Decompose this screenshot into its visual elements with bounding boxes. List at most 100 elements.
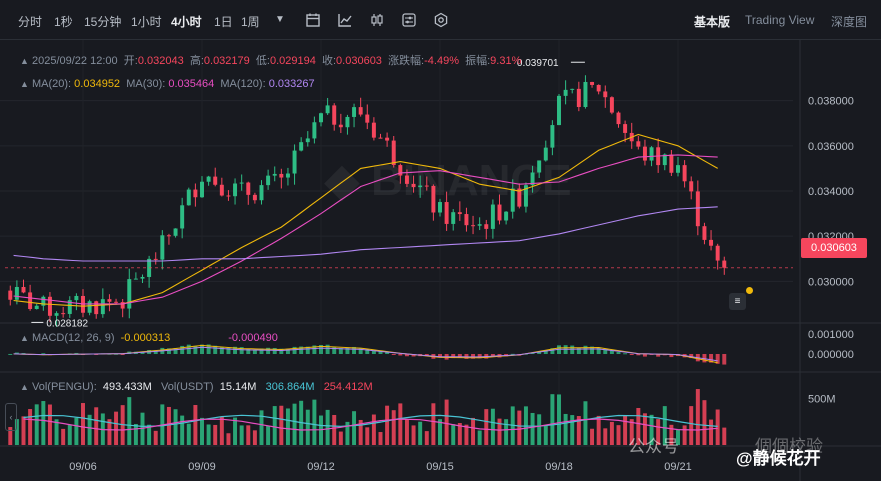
tf-1h[interactable]: 1小时 (131, 13, 162, 30)
volume-bar-60 (398, 403, 403, 445)
candlestick-type-icon[interactable] (369, 12, 385, 28)
chart-axes: 0.0380000.0360000.0340000.0320000.030000… (69, 96, 854, 473)
candle-body-2 (14, 286, 19, 300)
candle-body-24 (160, 235, 165, 260)
macd-tick-label-1: 0.000000 (808, 349, 854, 361)
volume-bar-67 (444, 399, 449, 445)
volume-bar-85 (563, 413, 568, 445)
tf-1s[interactable]: 1秒 (54, 13, 73, 30)
candle-body-16 (107, 299, 112, 302)
volume-bar-20 (133, 423, 138, 445)
volume-bar-65 (431, 403, 436, 445)
gear-icon[interactable] (433, 12, 449, 28)
volume-bar-94 (623, 415, 628, 445)
volume-bar-31 (206, 424, 211, 445)
calendar-icon[interactable] (305, 12, 321, 28)
news-icon[interactable]: ≡ (729, 293, 746, 310)
tf-1w[interactable]: 1周 (241, 13, 260, 30)
macd-bar-29 (193, 345, 198, 354)
volume-bar-12 (81, 403, 85, 445)
candle-body-109 (722, 260, 727, 268)
ohlc-date: 2025/09/22 12:00 (31, 55, 118, 67)
volume-bar-49 (325, 409, 330, 445)
candle-body-27 (180, 205, 185, 229)
volume-bar-51 (338, 431, 343, 445)
volume-bar-56 (371, 414, 376, 445)
volume-bar-71 (471, 417, 476, 445)
volume-bar-46 (305, 409, 310, 445)
volume-bar-64 (424, 431, 429, 445)
high-marker-label: 0.039701 (517, 58, 559, 69)
settings-sliders-icon[interactable] (401, 12, 417, 28)
volume-bar-72 (477, 430, 482, 445)
candle-body-51 (338, 124, 343, 128)
volume-bars (8, 389, 727, 445)
volume-bar-28 (186, 423, 191, 445)
candle-body-26 (173, 228, 178, 236)
volume-bar-74 (490, 408, 495, 445)
watermark-text-3: 個個校验 (755, 437, 823, 456)
volume-bar-59 (391, 410, 396, 445)
close-value: 0.030603 (336, 55, 382, 67)
low-marker-label: 0.028182 (46, 318, 88, 329)
scroll-handle[interactable]: ‹ (5, 403, 17, 431)
change-label: 涨跌幅: (388, 55, 425, 67)
candle-body-17 (114, 301, 119, 303)
candle-body-4 (28, 292, 33, 310)
volume-bar-80 (530, 412, 535, 445)
volume-bar-33 (219, 416, 224, 445)
candle-body-89 (590, 81, 595, 85)
macd-value-1: -0.000313 (120, 332, 171, 344)
macd-bar-60 (398, 354, 403, 356)
volume-bar-50 (332, 414, 337, 445)
candle-body-59 (391, 140, 396, 166)
price-tick-label-4: 0.030000 (808, 276, 854, 288)
macd-label: MACD(12, 26, 9) (31, 332, 115, 344)
volume-bar-82 (543, 424, 548, 445)
tf-timeshare[interactable]: 分时 (18, 13, 42, 30)
notification-dot (746, 287, 753, 294)
tf-1d[interactable]: 1日 (214, 13, 233, 30)
ma30-label: MA(30): (126, 78, 166, 90)
amplitude-label: 振幅: (465, 55, 491, 67)
volume-bar-62 (411, 425, 416, 445)
price-tick-label-2: 0.034000 (808, 186, 854, 198)
tf-4h[interactable]: 4小时 (171, 13, 202, 30)
view-basic[interactable]: 基本版 (694, 13, 730, 30)
view-depth[interactable]: 深度图 (831, 13, 867, 30)
candle-body-82 (543, 147, 548, 161)
candle-body-15 (100, 299, 105, 315)
low-value: 0.029194 (269, 55, 316, 67)
chevron-down-icon[interactable]: ▼ (272, 12, 288, 28)
tf-15m[interactable]: 15分钟 (84, 13, 121, 30)
volume-bar-25 (166, 406, 171, 445)
vol-tick-label-0: 500M (808, 394, 836, 406)
candle-body-13 (87, 301, 92, 313)
candle-body-54 (358, 107, 363, 115)
volume-bar-42 (279, 405, 284, 445)
chart-toolbar: 分时 1秒 15分钟 1小时 4小时 1日 1周 ▼ 基本版 Trading V… (0, 0, 881, 40)
volume-bar-83 (550, 394, 555, 445)
candlestick-chart[interactable]: ◆ BINANCE 0.0397010.028182 0.0380000.036… (0, 40, 881, 481)
candle-body-47 (312, 122, 317, 139)
volume-bar-68 (451, 424, 456, 445)
volume-bar-61 (404, 419, 409, 445)
view-tradingview[interactable]: Trading View (745, 13, 814, 27)
volume-bar-7 (47, 404, 52, 445)
indicator-line-icon[interactable] (337, 12, 353, 28)
volume-bar-63 (418, 421, 423, 445)
volume-bar-3 (21, 416, 26, 445)
candle-body-35 (233, 183, 238, 197)
candle-body-58 (385, 137, 390, 141)
macd-bar-93 (616, 352, 621, 354)
candle-body-90 (596, 84, 601, 92)
candle-body-23 (153, 258, 158, 260)
volume-bar-37 (246, 425, 251, 445)
candle-body-33 (219, 184, 224, 196)
candle-body-70 (464, 214, 469, 226)
volume-bar-53 (352, 411, 357, 445)
volume-bar-26 (173, 409, 178, 445)
volume-bar-44 (292, 403, 297, 445)
candle-body-63 (418, 185, 423, 188)
volume-bar-43 (285, 408, 290, 445)
